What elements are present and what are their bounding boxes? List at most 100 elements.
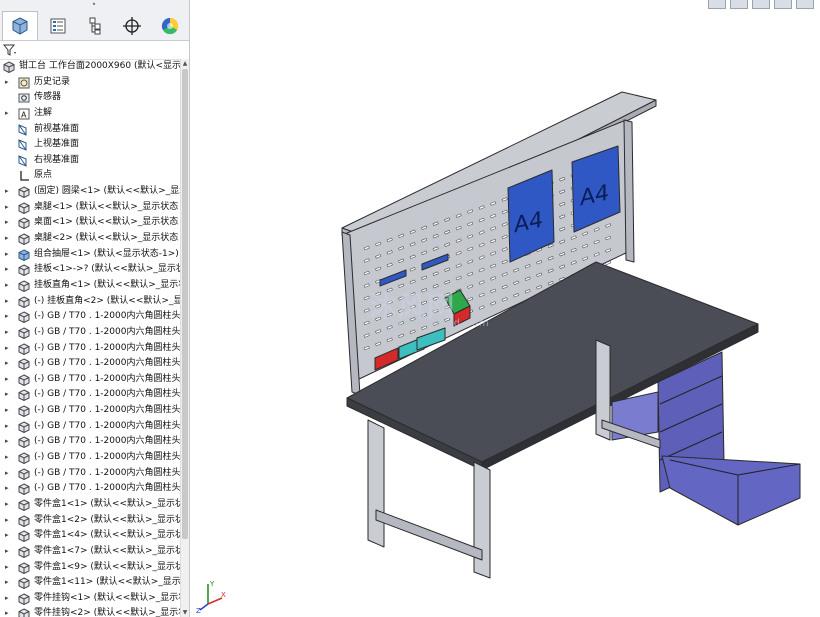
tab-dimxpert[interactable]	[114, 11, 150, 40]
expand-arrow-icon[interactable]: ▸	[5, 309, 9, 325]
tree-item[interactable]: ▸ A 注解	[0, 106, 180, 122]
tree-item-label: 历史记录	[34, 76, 71, 87]
tree-item[interactable]: 右视基准面	[0, 153, 180, 169]
tree-item[interactable]: ▸ 零件盒1<11> (默认<<默认>_显示状	[0, 575, 180, 591]
panel-tab-bar: •	[0, 0, 189, 41]
tree-item[interactable]: 前视基准面	[0, 122, 180, 138]
tree-item[interactable]: ▸ 挂板<1>->? (默认<<默认>_显示状态	[0, 262, 180, 278]
expand-arrow-icon[interactable]: ▸	[5, 481, 9, 497]
expand-arrow-icon[interactable]: ▸	[5, 544, 9, 560]
expand-arrow-icon[interactable]: ▸	[5, 231, 9, 247]
tree-item[interactable]: ▸ (固定) 圆梁<1> (默认<<默认>_显示状	[0, 184, 180, 200]
tree-item[interactable]: 上视基准面	[0, 137, 180, 153]
expand-arrow-icon[interactable]: ▸	[5, 513, 9, 529]
scroll-down-arrow-icon[interactable]: ▼	[181, 608, 189, 617]
expand-arrow-icon[interactable]: ▸	[5, 497, 9, 513]
expand-arrow-icon[interactable]: ▸	[5, 341, 9, 357]
tree-item[interactable]: ▸ (-) GB / T70 . 1-2000内六角圆柱头螺	[0, 419, 180, 435]
tree-item[interactable]: ▸ (-) GB / T70 . 1-2000内六角圆柱头螺	[0, 356, 180, 372]
tree-item[interactable]: ▸ 历史记录	[0, 75, 180, 91]
expand-arrow-icon[interactable]: ▸	[5, 372, 9, 388]
expand-arrow-icon[interactable]: ▸	[5, 106, 9, 122]
expand-arrow-icon[interactable]: ▸	[5, 262, 9, 278]
triad-y-label: Y	[209, 580, 215, 588]
tree-item-label: 零件盒1<1> (默认<<默认>_显示状态	[34, 498, 180, 509]
tree-item[interactable]: ▸ (-) GB / T70 . 1-2000内六角圆柱头螺	[0, 309, 180, 325]
expand-arrow-icon[interactable]: ▸	[5, 466, 9, 482]
tree-item[interactable]: ▸ 零件盒1<4> (默认<<默认>_显示状态	[0, 528, 180, 544]
expand-arrow-icon[interactable]: ▸	[5, 450, 9, 466]
tab-property-manager[interactable]	[39, 11, 75, 40]
tree-item[interactable]: ▸ (-) GB / T70 . 1-2000内六角圆柱头螺	[0, 450, 180, 466]
expand-arrow-icon[interactable]: ▸	[5, 184, 9, 200]
tree-item-label: 零件挂钩<2> (默认<<默认>_显示状	[34, 608, 180, 617]
tree-item[interactable]: ▸ (-) GB / T70 . 1-2000内六角圆柱头螺	[0, 387, 180, 403]
tree-item[interactable]: ▸ 零件盒1<7> (默认<<默认>_显示状态	[0, 544, 180, 560]
tree-item[interactable]: ▸ (-) GB / T70 . 1-2000内六角圆柱头螺	[0, 434, 180, 450]
tree-item[interactable]: ▸ (-) GB / T70 . 1-2000内六角圆柱头螺	[0, 341, 180, 357]
tree-item-label: 零件盒1<2> (默认<<默认>_显示状态	[34, 514, 180, 525]
expand-arrow-icon[interactable]: ▸	[5, 215, 9, 231]
filter-icon[interactable]	[3, 44, 17, 56]
tree-item[interactable]: 钳工台 工作台面2000X960 (默认<显示状	[0, 59, 180, 75]
tree-item-label: 桌腿<2> (默认<<默认>_显示状态 1>	[34, 233, 180, 244]
tree-item[interactable]: ▸ (-) GB / T70 . 1-2000内六角圆柱头螺	[0, 466, 180, 482]
tab-feature-manager[interactable]	[2, 11, 39, 40]
expand-arrow-icon[interactable]: ▸	[5, 591, 9, 607]
expand-arrow-icon[interactable]: ▸	[5, 606, 9, 617]
expand-arrow-icon[interactable]: ▸	[5, 294, 9, 310]
tree-item-label: 零件盒1<4> (默认<<默认>_显示状态	[34, 530, 180, 541]
tree-item[interactable]: ▸ 桌腿<1> (默认<<默认>_显示状态 1>	[0, 200, 180, 216]
tab-configuration-manager[interactable]	[77, 11, 113, 40]
expand-arrow-icon[interactable]: ▸	[5, 325, 9, 341]
expand-arrow-icon[interactable]: ▸	[5, 528, 9, 544]
tree-item[interactable]: ▸ 零件盒1<1> (默认<<默认>_显示状态	[0, 497, 180, 513]
tree-item[interactable]: ▸ 桌面<1> (默认<<默认>_显示状态 1>	[0, 215, 180, 231]
tab-display-manager[interactable]	[152, 11, 188, 40]
expand-arrow-icon[interactable]: ▸	[5, 356, 9, 372]
part-icon	[18, 358, 30, 371]
plane-icon	[18, 139, 27, 151]
tree-item[interactable]: ▸ 挂板直角<1> (默认<<默认>_显示状态	[0, 278, 180, 294]
workbench-model[interactable]: A4 A4	[192, 0, 820, 617]
expand-arrow-icon[interactable]: ▸	[5, 434, 9, 450]
tree-item[interactable]: ▸ (-) 挂板直角<2> (默认<<默认>_显示	[0, 294, 180, 310]
tree-item[interactable]: 传感器	[0, 90, 180, 106]
crossbar-front	[375, 509, 483, 561]
expand-arrow-icon[interactable]: ▸	[5, 75, 9, 91]
feature-manager-panel: • 钳工台 工作台面2000X960 (默认<显示状 ▸ 历史记录 传感器 ▸ …	[0, 0, 190, 617]
tree-item[interactable]: ▸ 组合抽屉<1> (默认<显示状态-1>)	[0, 247, 180, 263]
tree-item[interactable]: ▸ (-) GB / T70 . 1-2000内六角圆柱头螺	[0, 372, 180, 388]
expand-arrow-icon[interactable]: ▸	[5, 419, 9, 435]
watermark-url: www.mfcad.com	[394, 318, 490, 329]
expand-arrow-icon[interactable]: ▸	[5, 278, 9, 294]
tree-item-label: 桌腿<1> (默认<<默认>_显示状态 1>	[34, 201, 180, 212]
feature-tree[interactable]: 钳工台 工作台面2000X960 (默认<显示状 ▸ 历史记录传感器 ▸ A 注解 前视基准…	[0, 59, 180, 617]
tree-item[interactable]: ▸ (-) GB / T70 . 1-2000内六角圆柱头螺	[0, 403, 180, 419]
tree-item[interactable]: ▸ 零件盒1<9> (默认<<默认>_显示状态	[0, 560, 180, 576]
expand-arrow-icon[interactable]: ▸	[5, 575, 9, 591]
graphics-area[interactable]: A4 A4 沐风网 www.mfcad.com Y X Z	[192, 0, 820, 617]
tree-item[interactable]: ▸ 零件挂钩<2> (默认<<默认>_显示状	[0, 606, 180, 617]
tree-item[interactable]: ▸ (-) GB / T70 . 1-2000内六角圆柱头螺	[0, 481, 180, 497]
tree-item-label: 零件盒1<9> (默认<<默认>_显示状态	[34, 561, 180, 572]
expand-arrow-icon[interactable]: ▸	[5, 403, 9, 419]
tree-item[interactable]: ▸ 桌腿<2> (默认<<默认>_显示状态 1>	[0, 231, 180, 247]
panel-grip[interactable]: •	[90, 1, 98, 9]
tree-item[interactable]: ▸ 零件挂钩<1> (默认<<默认>_显示状态	[0, 591, 180, 607]
expand-arrow-icon[interactable]: ▸	[5, 560, 9, 576]
tree-item[interactable]: ▸ (-) GB / T70 . 1-2000内六角圆柱头螺	[0, 325, 180, 341]
tree-item-label: (-) 挂板直角<2> (默认<<默认>_显示	[34, 295, 180, 306]
scroll-up-arrow-icon[interactable]: ▲	[181, 59, 189, 68]
tree-item[interactable]: ▸ 零件盒1<2> (默认<<默认>_显示状态	[0, 513, 180, 529]
scroll-thumb[interactable]	[182, 69, 188, 539]
tree-item[interactable]: 原点	[0, 168, 180, 184]
expand-arrow-icon[interactable]: ▸	[5, 247, 9, 263]
expand-arrow-icon[interactable]: ▸	[5, 200, 9, 216]
tree-scrollbar[interactable]: ▲ ▼	[180, 59, 189, 617]
expand-arrow-icon[interactable]: ▸	[5, 387, 9, 403]
subassembly-icon	[18, 249, 30, 261]
part-icon	[18, 405, 30, 418]
triad-z-label: Z	[196, 607, 201, 614]
tree-item-label: 零件盒1<7> (默认<<默认>_显示状态	[34, 545, 180, 556]
